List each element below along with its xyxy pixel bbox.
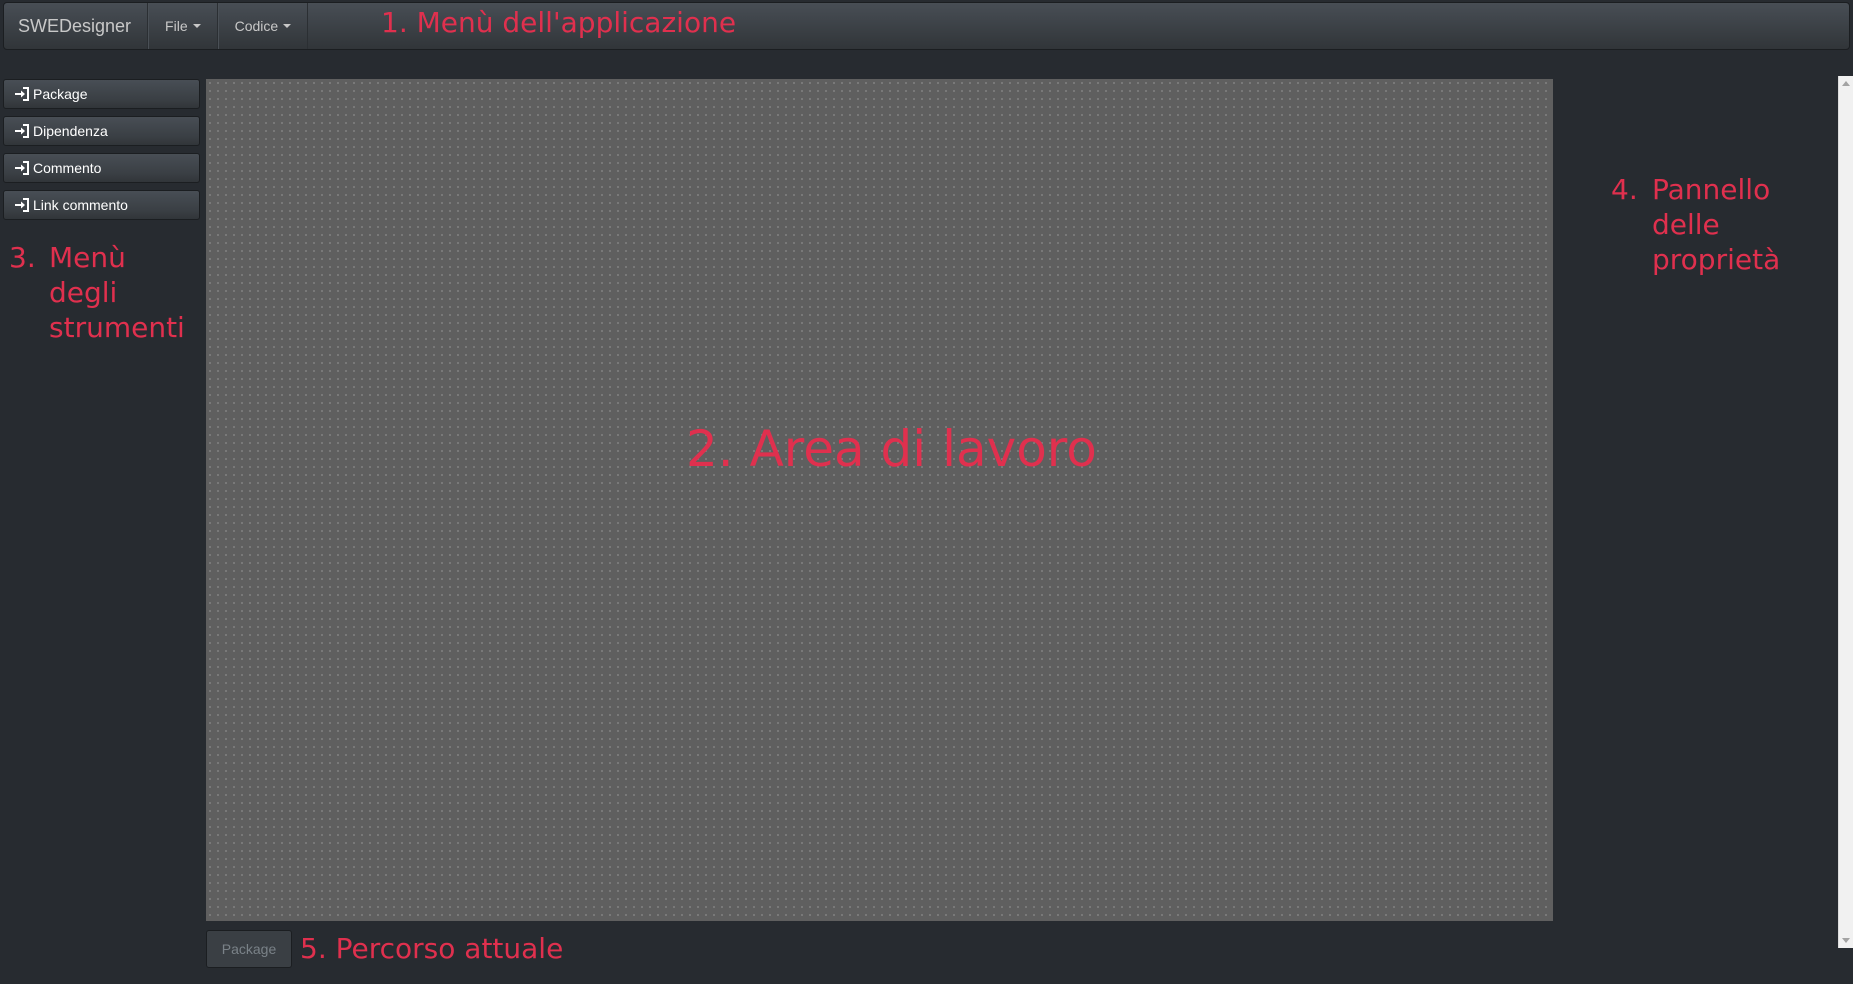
annotation-tools-number: 3.	[9, 241, 36, 274]
menu-file-label: File	[165, 18, 188, 34]
sign-in-icon	[15, 198, 29, 212]
app-brand[interactable]: SWEDesigner	[4, 3, 149, 49]
scroll-up-icon[interactable]	[1842, 81, 1850, 86]
app-navbar: SWEDesigner File Codice	[3, 2, 1850, 50]
annotation-app-menu: 1. Menù dell'applicazione	[381, 6, 737, 39]
tool-package-label: Package	[33, 86, 88, 102]
scroll-down-icon[interactable]	[1842, 938, 1850, 943]
workspace-canvas[interactable]	[206, 79, 1553, 921]
tool-package-button[interactable]: Package	[3, 79, 200, 109]
menu-codice[interactable]: Codice	[217, 3, 309, 49]
properties-scrollbar[interactable]	[1838, 76, 1853, 948]
tool-link-commento-button[interactable]: Link commento	[3, 190, 200, 220]
annotation-workspace: 2. Area di lavoro	[686, 420, 1097, 478]
tool-link-commento-label: Link commento	[33, 197, 128, 213]
sign-in-icon	[15, 124, 29, 138]
tool-dipendenza-label: Dipendenza	[33, 123, 108, 139]
annotation-properties-line-2: delle	[1652, 208, 1720, 241]
sign-in-icon	[15, 87, 29, 101]
tool-commento-button[interactable]: Commento	[3, 153, 200, 183]
caret-down-icon	[283, 24, 292, 28]
annotation-properties-line-1: Pannello	[1652, 173, 1771, 206]
sign-in-icon	[15, 161, 29, 175]
annotation-tools-line-2: degli	[49, 276, 118, 309]
annotation-properties-number: 4.	[1611, 173, 1638, 206]
annotation-tools-line-1: Menù	[49, 241, 126, 274]
annotation-tools-line-3: strumenti	[49, 311, 185, 344]
annotation-properties-line-3: proprietà	[1652, 243, 1781, 276]
annotation-path: 5. Percorso attuale	[300, 932, 564, 965]
menu-file[interactable]: File	[148, 3, 218, 49]
tool-commento-label: Commento	[33, 160, 102, 176]
tool-dipendenza-button[interactable]: Dipendenza	[3, 116, 200, 146]
caret-down-icon	[192, 24, 201, 28]
menu-codice-label: Codice	[234, 18, 279, 34]
breadcrumb-package-button[interactable]: Package	[206, 930, 292, 968]
